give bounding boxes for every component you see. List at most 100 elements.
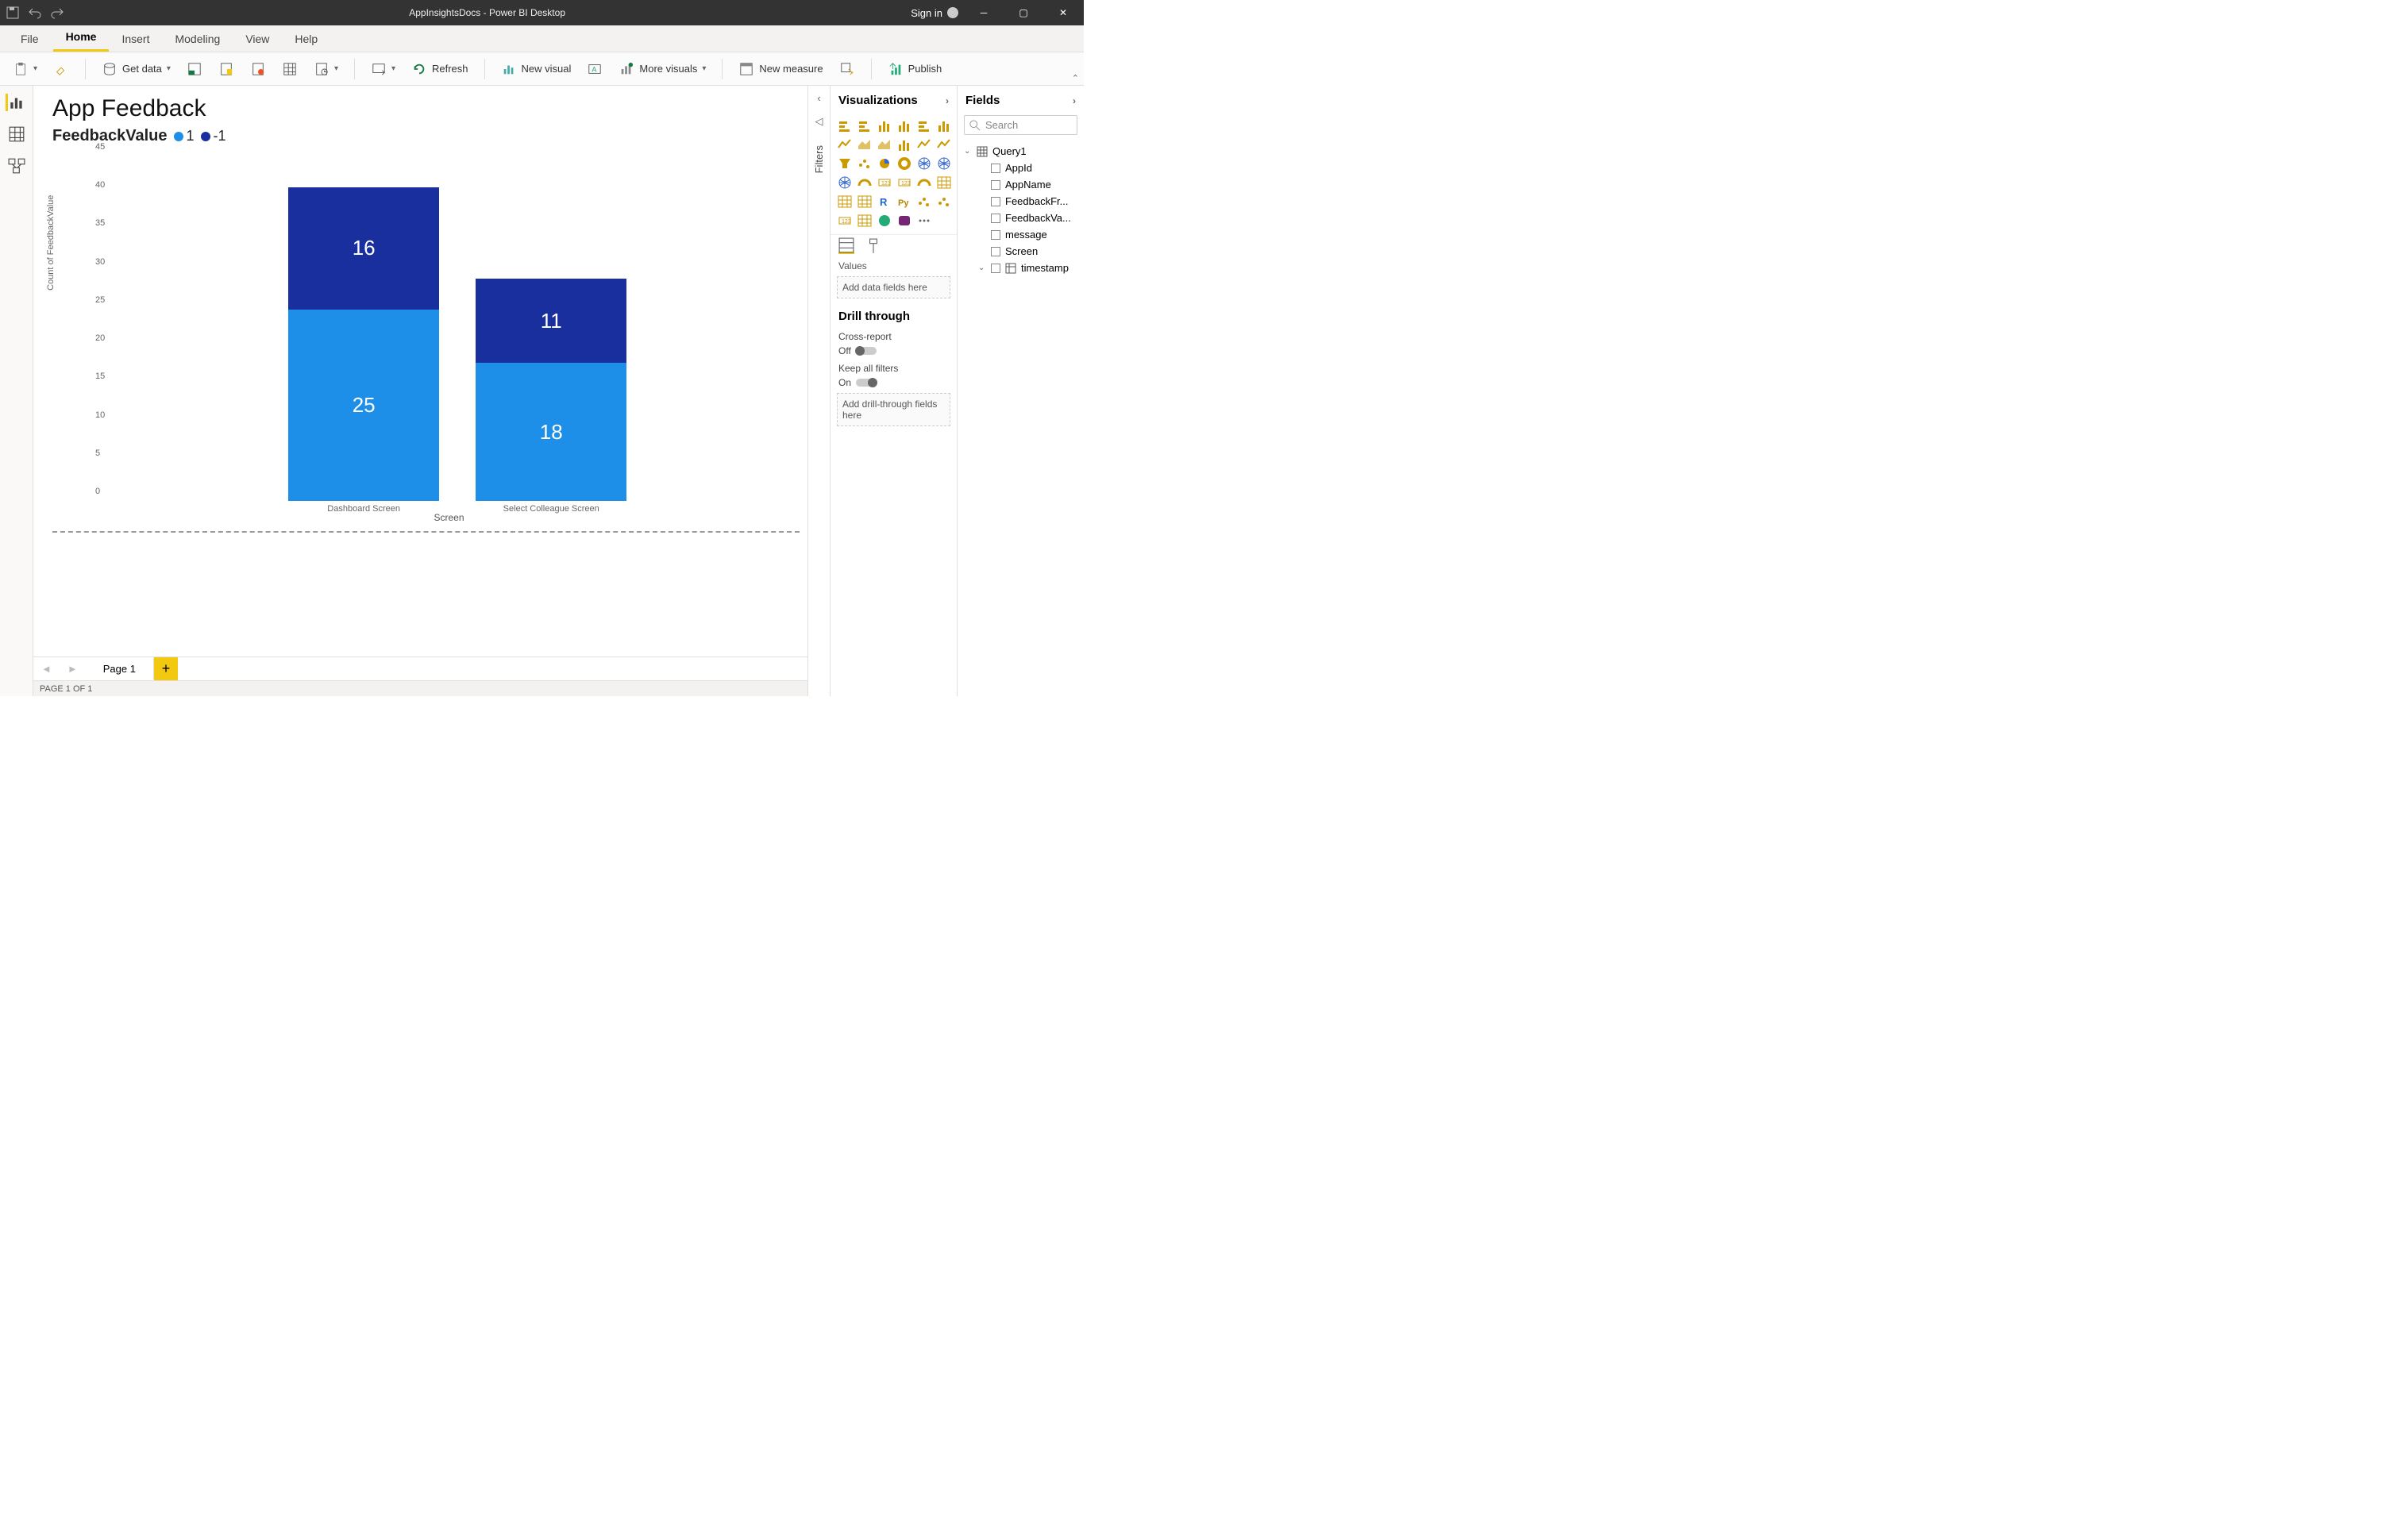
vis-type-area[interactable] — [857, 137, 873, 152]
tab-help[interactable]: Help — [282, 26, 330, 52]
tab-modeling[interactable]: Modeling — [162, 26, 233, 52]
bar-segment-neg1[interactable]: 11 — [476, 279, 626, 363]
vis-type-clustered-column-100[interactable] — [936, 118, 952, 133]
vis-type-powerapps[interactable] — [896, 214, 912, 228]
save-icon[interactable] — [6, 6, 19, 19]
search-input[interactable]: Search — [964, 115, 1077, 135]
pbi-dataset-button[interactable] — [214, 58, 239, 80]
vis-type-clustered-bar[interactable] — [857, 118, 873, 133]
vis-type-filled-map[interactable] — [837, 175, 853, 190]
filters-pane-collapsed[interactable]: ‹ ◁ Filters — [807, 86, 830, 696]
vis-type-donut[interactable] — [896, 156, 912, 171]
field-appid[interactable]: AppId — [964, 160, 1077, 176]
vis-type-key-influencer[interactable] — [916, 194, 932, 209]
checkbox[interactable] — [991, 180, 1000, 190]
bar-segment-1[interactable]: 18 — [476, 363, 626, 501]
data-view-button[interactable] — [8, 125, 25, 143]
enter-data-button[interactable] — [277, 58, 303, 80]
page-tab-1[interactable]: Page 1 — [86, 658, 154, 680]
checkbox[interactable] — [991, 247, 1000, 256]
vis-type-more[interactable] — [916, 214, 932, 228]
signin-button[interactable]: Sign in — [911, 7, 958, 19]
tab-view[interactable]: View — [233, 26, 282, 52]
tab-file[interactable]: File — [8, 26, 53, 52]
field-appname[interactable]: AppName — [964, 176, 1077, 193]
field-feedbackva[interactable]: FeedbackVa... — [964, 210, 1077, 226]
add-page-button[interactable]: + — [154, 657, 178, 681]
new-measure-button[interactable]: New measure — [734, 58, 827, 80]
table-node[interactable]: ⌄ Query1 — [964, 143, 1077, 160]
vis-type-kpi[interactable] — [916, 175, 932, 190]
close-button[interactable]: ✕ — [1049, 0, 1077, 25]
vis-type-matrix[interactable] — [857, 194, 873, 209]
vis-type-clustered-column[interactable] — [896, 118, 912, 133]
vis-type-stacked-column[interactable] — [877, 118, 892, 133]
excel-source-button[interactable] — [182, 58, 207, 80]
checkbox[interactable] — [991, 214, 1000, 223]
vis-type-funnel[interactable] — [837, 156, 853, 171]
paste-button[interactable]: ▾ — [8, 58, 42, 80]
field-timestamp[interactable]: ⌄timestamp — [964, 260, 1077, 276]
vis-type-table[interactable] — [837, 194, 853, 209]
values-well[interactable]: Add data fields here — [837, 276, 950, 298]
collapse-pane-button[interactable]: › — [1073, 95, 1076, 106]
refresh-button[interactable]: Refresh — [407, 58, 473, 80]
checkbox[interactable] — [991, 164, 1000, 173]
vis-type-stacked-bar-100[interactable] — [916, 118, 932, 133]
vis-type-py-visual[interactable]: Py — [896, 194, 912, 209]
vis-type-card[interactable]: 123 — [877, 175, 892, 190]
vis-type-scatter[interactable] — [857, 156, 873, 171]
bar-segment-neg1[interactable]: 16 — [288, 187, 439, 310]
vis-type-multi-card[interactable]: 123 — [896, 175, 912, 190]
checkbox[interactable] — [991, 197, 1000, 206]
bar-segment-1[interactable]: 25 — [288, 310, 439, 501]
keep-filters-toggle[interactable]: On — [838, 377, 949, 388]
transform-data-button[interactable]: ▾ — [366, 58, 400, 80]
vis-type-r-visual[interactable]: R — [877, 194, 892, 209]
format-tab-button[interactable] — [865, 238, 881, 254]
new-visual-button[interactable]: New visual — [496, 58, 576, 80]
bar-group[interactable]: 1625 — [288, 187, 439, 501]
vis-type-slicer[interactable] — [936, 175, 952, 190]
checkbox[interactable] — [991, 230, 1000, 240]
vis-type-line-column[interactable] — [896, 137, 912, 152]
chart-visual[interactable]: Count of FeedbackValue 1625Dashboard Scr… — [52, 152, 800, 525]
vis-type-stacked-area[interactable] — [877, 137, 892, 152]
collapse-pane-button[interactable]: › — [946, 95, 949, 106]
legend-item-neg1[interactable]: -1 — [201, 128, 226, 144]
vis-type-qna[interactable]: 123 — [837, 214, 853, 228]
field-feedbackfr[interactable]: FeedbackFr... — [964, 193, 1077, 210]
field-message[interactable]: message — [964, 226, 1077, 243]
drill-through-well[interactable]: Add drill-through fields here — [837, 393, 950, 426]
vis-type-map[interactable] — [936, 156, 952, 171]
tab-insert[interactable]: Insert — [109, 26, 162, 52]
vis-type-line[interactable] — [837, 137, 853, 152]
vis-type-treemap[interactable] — [916, 156, 932, 171]
tab-home[interactable]: Home — [53, 24, 110, 52]
legend-item-1[interactable]: 1 — [174, 128, 195, 144]
publish-button[interactable]: Publish — [883, 58, 947, 80]
model-view-button[interactable] — [8, 157, 25, 175]
cross-report-toggle[interactable]: Off — [838, 345, 949, 356]
report-view-button[interactable] — [6, 94, 25, 111]
fields-tab-button[interactable] — [838, 238, 854, 254]
minimize-button[interactable]: ─ — [969, 0, 998, 25]
vis-type-paginated[interactable] — [857, 214, 873, 228]
sql-source-button[interactable] — [245, 58, 271, 80]
maximize-button[interactable]: ▢ — [1009, 0, 1038, 25]
get-data-button[interactable]: Get data▾ — [97, 58, 175, 80]
vis-type-arcgis[interactable] — [877, 214, 892, 228]
recent-sources-button[interactable]: ▾ — [309, 58, 343, 80]
more-visuals-button[interactable]: More visuals▾ — [614, 58, 711, 80]
field-screen[interactable]: Screen — [964, 243, 1077, 260]
checkbox[interactable] — [991, 264, 1000, 273]
format-painter-button[interactable] — [48, 58, 74, 80]
prev-page-button[interactable]: ◄ — [33, 663, 60, 675]
quick-measure-button[interactable] — [834, 58, 860, 80]
bar-group[interactable]: 1118 — [476, 279, 626, 501]
undo-icon[interactable] — [29, 6, 41, 19]
vis-type-gauge[interactable] — [857, 175, 873, 190]
next-page-button[interactable]: ► — [60, 663, 86, 675]
redo-icon[interactable] — [51, 6, 64, 19]
vis-type-waterfall[interactable] — [936, 137, 952, 152]
